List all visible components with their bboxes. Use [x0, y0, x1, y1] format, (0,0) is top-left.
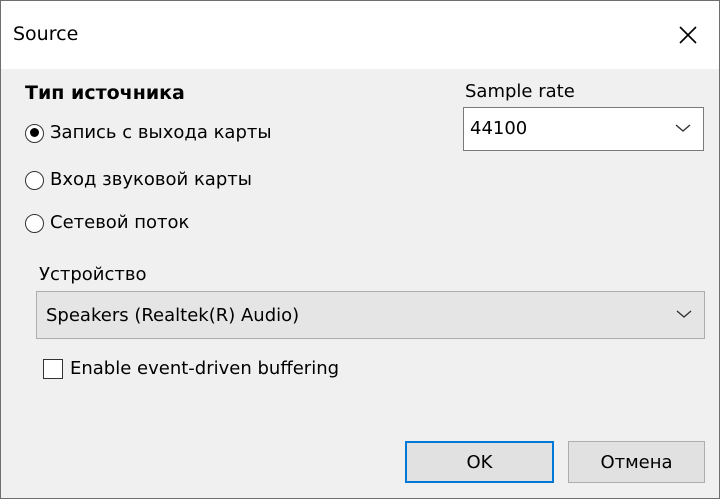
radio-indicator[interactable]: [25, 170, 44, 190]
chevron-down-icon: [675, 124, 691, 132]
device-value: Speakers (Realtek(R) Audio): [46, 305, 300, 326]
event-driven-buffering-option[interactable]: Enable event-driven buffering: [43, 356, 339, 382]
source-dialog: Source Тип источника Запись с выхода кар…: [0, 0, 720, 499]
sample-rate-label: Sample rate: [465, 81, 575, 102]
cancel-button[interactable]: Отмена: [568, 441, 705, 483]
event-driven-buffering-label: Enable event-driven buffering: [70, 358, 340, 379]
sample-rate-select[interactable]: 44100: [463, 107, 704, 151]
chevron-down-icon: [676, 310, 692, 318]
event-driven-buffering-checkbox[interactable]: [43, 359, 63, 379]
device-select[interactable]: Speakers (Realtek(R) Audio): [36, 291, 705, 339]
radio-label: Запись с выхода карты: [50, 122, 272, 143]
radio-label: Вход звуковой карты: [50, 169, 252, 190]
radio-label: Сетевой поток: [50, 212, 190, 233]
source-type-title: Тип источника: [25, 82, 185, 104]
close-icon: [679, 26, 697, 44]
radio-network-stream[interactable]: Сетевой поток: [25, 209, 189, 237]
device-label: Устройство: [39, 264, 147, 285]
close-button[interactable]: [657, 1, 719, 69]
title-bar: Source: [1, 1, 719, 69]
radio-indicator[interactable]: [25, 213, 44, 233]
sample-rate-value: 44100: [470, 118, 528, 139]
radio-soundcard-input[interactable]: Вход звуковой карты: [25, 166, 252, 194]
radio-output-capture[interactable]: Запись с выхода карты: [25, 119, 272, 147]
radio-indicator[interactable]: [25, 123, 44, 143]
window-title: Source: [13, 23, 79, 45]
ok-button[interactable]: OK: [405, 441, 554, 483]
